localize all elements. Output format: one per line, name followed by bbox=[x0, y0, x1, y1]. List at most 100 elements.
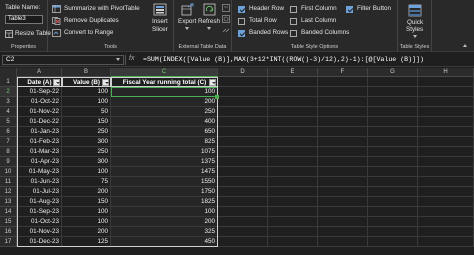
row-header[interactable]: 3 bbox=[0, 97, 17, 107]
empty-cell[interactable] bbox=[418, 107, 474, 117]
table-cell-running-total[interactable]: 100 bbox=[111, 207, 218, 217]
row-header[interactable]: 8 bbox=[0, 147, 17, 157]
row-header[interactable]: 10 bbox=[0, 167, 17, 177]
table-header-cell[interactable]: Fiscal Year running total (C) bbox=[111, 77, 218, 87]
empty-cell[interactable] bbox=[218, 227, 268, 237]
select-all-corner[interactable] bbox=[0, 68, 17, 77]
empty-cell[interactable] bbox=[418, 157, 474, 167]
filter-dropdown-icon[interactable] bbox=[53, 79, 60, 86]
table-cell-value[interactable]: 125 bbox=[62, 237, 111, 247]
empty-cell[interactable] bbox=[418, 117, 474, 127]
empty-cell[interactable] bbox=[418, 207, 474, 217]
empty-cell[interactable] bbox=[318, 147, 368, 157]
empty-cell[interactable] bbox=[368, 97, 418, 107]
row-header[interactable]: 1 bbox=[0, 77, 17, 87]
unlink-icon[interactable] bbox=[222, 26, 230, 34]
row-header[interactable]: 15 bbox=[0, 217, 17, 227]
table-cell-date[interactable]: 01-Jun-23 bbox=[17, 177, 62, 187]
empty-cell[interactable] bbox=[368, 87, 418, 97]
empty-cell[interactable] bbox=[318, 117, 368, 127]
empty-cell[interactable] bbox=[268, 217, 318, 227]
table-cell-running-total[interactable]: 100 bbox=[111, 87, 218, 97]
table-cell-value[interactable]: 100 bbox=[62, 97, 111, 107]
empty-cell[interactable] bbox=[318, 77, 368, 87]
resize-table-button[interactable]: Resize Table bbox=[4, 29, 51, 39]
empty-cell[interactable] bbox=[318, 207, 368, 217]
empty-cell[interactable] bbox=[218, 197, 268, 207]
empty-cell[interactable] bbox=[368, 217, 418, 227]
table-cell-date[interactable]: 01-Aug-23 bbox=[17, 197, 62, 207]
column-header-c[interactable]: C bbox=[111, 68, 218, 77]
empty-cell[interactable] bbox=[368, 207, 418, 217]
empty-cell[interactable] bbox=[268, 147, 318, 157]
table-cell-running-total[interactable]: 1750 bbox=[111, 187, 218, 197]
table-cell-value[interactable]: 250 bbox=[62, 147, 111, 157]
column-header-g[interactable]: G bbox=[368, 68, 418, 77]
table-cell-running-total[interactable]: 400 bbox=[111, 117, 218, 127]
empty-cell[interactable] bbox=[418, 177, 474, 187]
table-cell-value[interactable]: 300 bbox=[62, 137, 111, 147]
empty-cell[interactable] bbox=[218, 97, 268, 107]
quick-styles-button[interactable]: Quick Styles bbox=[401, 3, 429, 40]
empty-cell[interactable] bbox=[218, 237, 268, 247]
table-cell-date[interactable]: 01-Mar-23 bbox=[17, 147, 62, 157]
table-cell-date[interactable]: 01-Sep-22 bbox=[17, 87, 62, 97]
empty-cell[interactable] bbox=[368, 157, 418, 167]
row-header[interactable]: 4 bbox=[0, 107, 17, 117]
table-header-cell[interactable]: Value (B) bbox=[62, 77, 111, 87]
table-cell-value[interactable]: 75 bbox=[62, 177, 111, 187]
table-cell-date[interactable]: 01-Nov-22 bbox=[17, 107, 62, 117]
insert-function-button[interactable]: fx bbox=[129, 55, 134, 62]
column-header-f[interactable]: F bbox=[318, 68, 368, 77]
row-header[interactable]: 2 bbox=[0, 87, 17, 97]
empty-cell[interactable] bbox=[318, 107, 368, 117]
empty-cell[interactable] bbox=[418, 227, 474, 237]
empty-cell[interactable] bbox=[218, 157, 268, 167]
empty-cell[interactable] bbox=[268, 197, 318, 207]
column-header-h[interactable]: H bbox=[418, 68, 474, 77]
empty-cell[interactable] bbox=[318, 227, 368, 237]
table-cell-date[interactable]: 01-Jan-23 bbox=[17, 127, 62, 137]
table-cell-value[interactable]: 100 bbox=[62, 217, 111, 227]
table-cell-running-total[interactable]: 1375 bbox=[111, 157, 218, 167]
column-header-d[interactable]: D bbox=[218, 68, 268, 77]
total-row-checkbox[interactable] bbox=[238, 18, 245, 25]
empty-cell[interactable] bbox=[318, 217, 368, 227]
empty-cell[interactable] bbox=[218, 147, 268, 157]
empty-cell[interactable] bbox=[218, 217, 268, 227]
row-header[interactable]: 14 bbox=[0, 207, 17, 217]
fill-handle[interactable] bbox=[215, 95, 219, 99]
empty-cell[interactable] bbox=[218, 207, 268, 217]
empty-cell[interactable] bbox=[368, 117, 418, 127]
empty-cell[interactable] bbox=[368, 237, 418, 247]
name-box[interactable]: C2 bbox=[2, 55, 124, 65]
empty-cell[interactable] bbox=[418, 187, 474, 197]
empty-cell[interactable] bbox=[368, 187, 418, 197]
row-header[interactable]: 5 bbox=[0, 117, 17, 127]
empty-cell[interactable] bbox=[368, 137, 418, 147]
table-cell-running-total[interactable]: 200 bbox=[111, 97, 218, 107]
row-header[interactable]: 13 bbox=[0, 197, 17, 207]
empty-cell[interactable] bbox=[368, 167, 418, 177]
collapse-ribbon-chevron-up-icon[interactable] bbox=[463, 44, 467, 47]
row-header[interactable]: 7 bbox=[0, 137, 17, 147]
filter-dropdown-icon[interactable] bbox=[209, 79, 216, 86]
empty-cell[interactable] bbox=[418, 137, 474, 147]
empty-cell[interactable] bbox=[368, 107, 418, 117]
empty-cell[interactable] bbox=[318, 127, 368, 137]
empty-cell[interactable] bbox=[218, 127, 268, 137]
empty-cell[interactable] bbox=[368, 197, 418, 207]
table-cell-date[interactable]: 01-Jul-23 bbox=[17, 187, 62, 197]
empty-cell[interactable] bbox=[218, 137, 268, 147]
properties-icon[interactable] bbox=[222, 4, 230, 12]
empty-cell[interactable] bbox=[218, 87, 268, 97]
empty-cell[interactable] bbox=[318, 167, 368, 177]
empty-cell[interactable] bbox=[418, 77, 474, 87]
empty-cell[interactable] bbox=[218, 77, 268, 87]
empty-cell[interactable] bbox=[318, 177, 368, 187]
empty-cell[interactable] bbox=[318, 97, 368, 107]
empty-cell[interactable] bbox=[268, 127, 318, 137]
row-header[interactable]: 6 bbox=[0, 127, 17, 137]
last-column-checkbox[interactable] bbox=[290, 18, 297, 25]
table-cell-date[interactable]: 01-May-23 bbox=[17, 167, 62, 177]
